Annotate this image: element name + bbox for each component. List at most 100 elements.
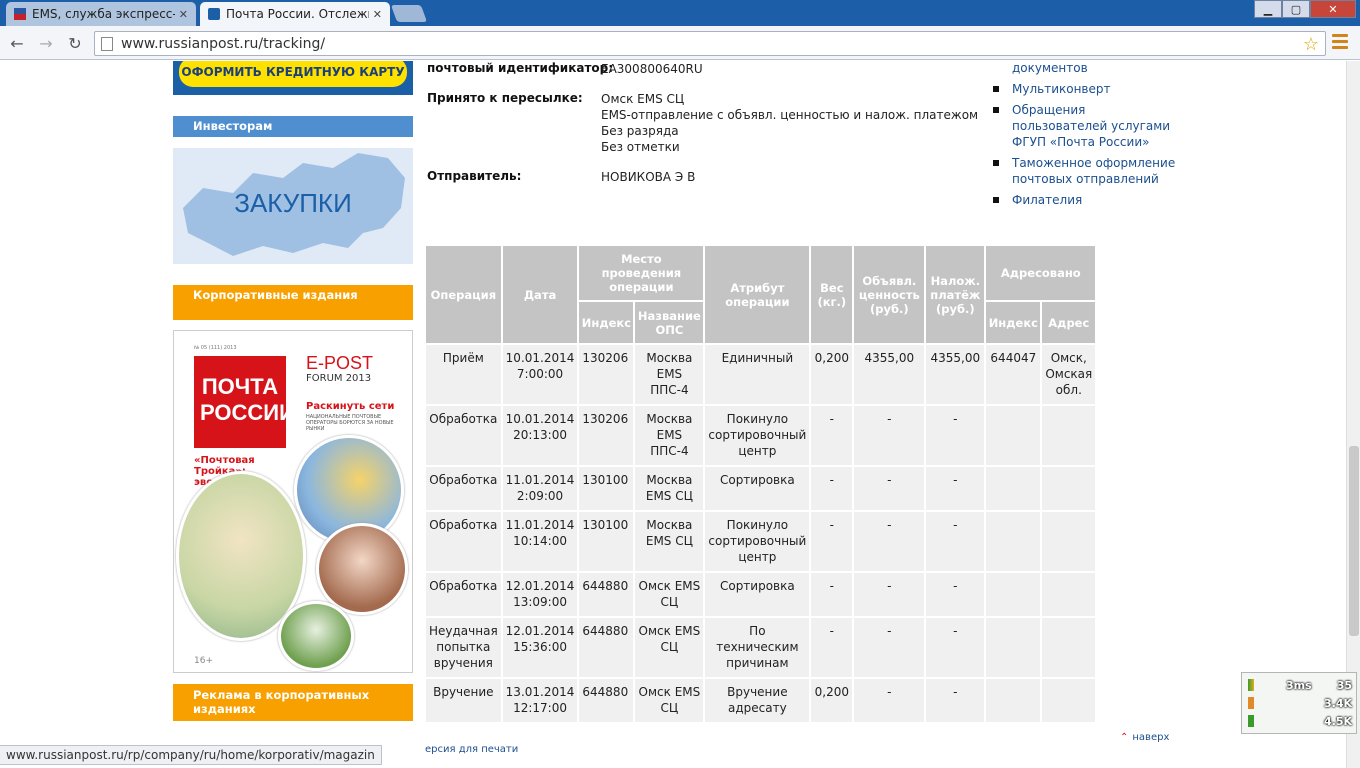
cell-index: 130206 (579, 345, 634, 404)
network-monitor-widget: 3ms 35 3.4K 4.5K (1241, 672, 1357, 734)
cell-weight: - (811, 406, 853, 465)
widget-row-download: 4.5K (1246, 713, 1352, 731)
close-tab-icon[interactable]: ✕ (179, 8, 188, 21)
link-text: Мультиконверт (1012, 82, 1111, 96)
cell-date: 13.01.2014 12:17:00 (502, 679, 578, 722)
page-content: ОФОРМИТЬ КРЕДИТНУЮ КАРТУ Инвесторам ЗАКУ… (0, 61, 1346, 768)
reload-icon[interactable]: ↻ (64, 32, 86, 54)
header-attribute: Атрибут операции (705, 246, 810, 343)
cell-addr-index: 644047 (986, 345, 1041, 404)
cell-operation: Неудачная попытка вручения (426, 618, 501, 677)
link-multiconvert[interactable]: Мультиконверт (993, 81, 1193, 97)
cell-date: 11.01.2014 2:09:00 (502, 467, 578, 510)
bullet-icon (993, 86, 999, 92)
minimize-button[interactable]: ▁ (1254, 0, 1282, 18)
header-date: Дата (502, 246, 578, 343)
link-user-appeals[interactable]: Обращения пользователей услугами ФГУП «П… (993, 102, 1193, 150)
tab-tracking[interactable]: Почта России. Отслежив ✕ (200, 2, 390, 26)
menu-icon[interactable] (1332, 34, 1348, 52)
cell-operation: Вручение (426, 679, 501, 722)
cell-addr (1042, 618, 1096, 677)
accepted-line: Без разряда (601, 124, 679, 138)
network-icon (1248, 679, 1254, 691)
tab-label: EMS, служба экспресс-до (32, 7, 175, 21)
url-text: www.russianpost.ru/tracking/ (121, 35, 326, 52)
cell-cod: - (926, 467, 985, 510)
link-documents[interactable]: документов (993, 61, 1193, 76)
vertical-scrollbar[interactable] (1346, 61, 1360, 768)
ads-corporate-link[interactable]: Реклама в корпоративных изданиях (173, 684, 413, 721)
zakupki-text: ЗАКУПКИ (234, 188, 352, 218)
cell-declared: - (854, 467, 925, 510)
maximize-button[interactable]: ▢ (1282, 0, 1310, 18)
accepted-line: EMS-отправление с объявл. ценностью и на… (601, 108, 979, 122)
magazine-cover[interactable]: № 05 (111) 2013 ПОЧТА РОССИИ E-POST FORU… (173, 330, 413, 673)
header-operation: Операция (426, 246, 501, 343)
close-tab-icon[interactable]: ✕ (373, 8, 382, 21)
sender-label: Отправитель: (427, 169, 522, 183)
new-tab-button[interactable] (390, 5, 428, 22)
widget-row-upload: 3.4K (1246, 695, 1352, 713)
table-row: Вручение 13.01.2014 12:17:00 644880 Омск… (426, 679, 1096, 722)
link-customs[interactable]: Таможенное оформление почтовых отправлен… (993, 155, 1193, 187)
forward-arrow-icon[interactable]: → (35, 32, 57, 54)
cell-addr-index (986, 679, 1041, 722)
cell-operation: Приём (426, 345, 501, 404)
up-arrow-icon: ⌃ (1120, 732, 1129, 743)
cell-weight: - (811, 573, 853, 616)
age-rating: 16+ (194, 656, 213, 666)
magazine-forum: FORUM 2013 (306, 373, 372, 384)
credit-card-banner[interactable]: ОФОРМИТЬ КРЕДИТНУЮ КАРТУ (173, 61, 413, 95)
scrollbar-thumb[interactable] (1349, 446, 1359, 636)
cell-date: 10.01.2014 20:13:00 (502, 406, 578, 465)
back-arrow-icon[interactable]: ← (6, 32, 28, 54)
magazine-issue: № 05 (111) 2013 (194, 345, 237, 351)
cell-date: 11.01.2014 10:14:00 (502, 512, 578, 571)
address-bar[interactable]: www.russianpost.ru/tracking/ ☆ (94, 31, 1326, 56)
close-window-button[interactable]: ✕ (1310, 0, 1356, 18)
table-row: Обработка 12.01.2014 13:09:00 644880 Омс… (426, 573, 1096, 616)
cell-addr (1042, 573, 1096, 616)
magazine-subheadline: НАЦИОНАЛЬНЫЕ ПОЧТОВЫЕ ОПЕРАТОРЫ БОРЮТСЯ … (306, 414, 394, 432)
back-to-top-link[interactable]: ⌃ наверх (1120, 732, 1169, 743)
cell-attribute: Вручение адресату (705, 679, 810, 722)
cell-addr (1042, 679, 1096, 722)
cell-index: 130206 (579, 406, 634, 465)
bullet-icon (993, 107, 999, 113)
cell-declared: - (854, 618, 925, 677)
accepted-line: Без отметки (601, 140, 680, 154)
print-version-link[interactable]: ерсия для печати (425, 744, 518, 755)
cell-date: 12.01.2014 13:09:00 (502, 573, 578, 616)
header-addr-index: Индекс (986, 302, 1041, 343)
browser-window: EMS, служба экспресс-до ✕ Почта России. … (0, 0, 1360, 768)
link-philately[interactable]: Филателия (993, 192, 1193, 208)
cell-attribute: Покинуло сортировочный центр (705, 406, 810, 465)
cell-index: 130100 (579, 512, 634, 571)
cell-declared: - (854, 512, 925, 571)
investors-link[interactable]: Инвесторам (173, 116, 413, 137)
cell-attribute: Единичный (705, 345, 810, 404)
bookmark-star-icon[interactable]: ☆ (1303, 34, 1319, 55)
cell-attribute: Сортировка (705, 467, 810, 510)
corporate-editions-link[interactable]: Корпоративные издания (173, 285, 413, 320)
cell-index: 644880 (579, 573, 634, 616)
tab-label: Почта России. Отслежив (226, 7, 369, 21)
magazine-brand-logo: ПОЧТА РОССИИ (194, 356, 295, 448)
tab-ems[interactable]: EMS, служба экспресс-до ✕ (6, 2, 196, 26)
ems-favicon-icon (14, 8, 26, 20)
header-place: Место проведения операции (579, 246, 704, 300)
accepted-label: Принято к пересылке: (427, 91, 583, 105)
link-text: Таможенное оформление почтовых отправлен… (1012, 156, 1176, 186)
cell-cod: - (926, 573, 985, 616)
magazine-headline: Раскинуть сети (306, 401, 395, 412)
table-row: Обработка 10.01.2014 20:13:00 130206 Мос… (426, 406, 1096, 465)
widget-download: 4.5K (1323, 715, 1352, 728)
cell-declared: - (854, 406, 925, 465)
header-index: Индекс (579, 302, 634, 343)
header-addressed: Адресовано (986, 246, 1096, 300)
tab-strip: EMS, служба экспресс-до ✕ Почта России. … (0, 0, 1360, 26)
zakupki-banner[interactable]: ЗАКУПКИ (173, 148, 413, 264)
cell-declared: - (854, 679, 925, 722)
credit-card-button[interactable]: ОФОРМИТЬ КРЕДИТНУЮ КАРТУ (179, 61, 407, 87)
status-bar: www.russianpost.ru/rp/company/ru/home/ko… (0, 745, 382, 765)
